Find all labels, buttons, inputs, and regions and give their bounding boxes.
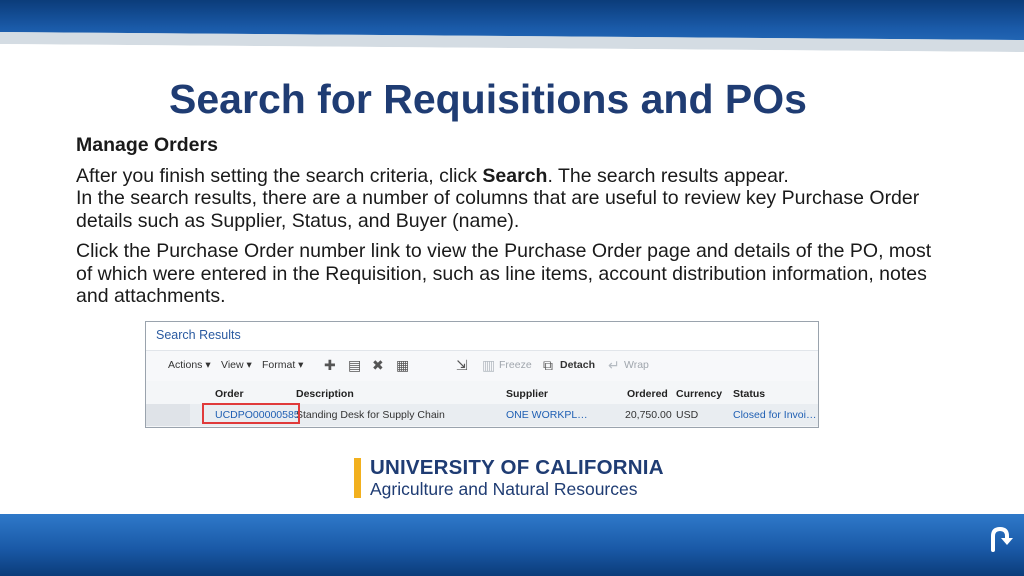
row-selector[interactable]: [146, 404, 190, 426]
edit-icon[interactable]: ▤: [348, 357, 361, 374]
search-results-header: Search Results: [146, 322, 818, 351]
column-currency[interactable]: Currency: [676, 388, 722, 400]
column-description[interactable]: Description: [296, 388, 354, 400]
bottom-banner: [0, 514, 1024, 576]
slide-body: Manage Orders After you finish setting t…: [76, 134, 946, 308]
slide-title: Search for Requisitions and POs: [169, 76, 807, 122]
actions-menu[interactable]: Actions ▾: [168, 359, 211, 371]
logo-line-2: Agriculture and Natural Resources: [370, 479, 638, 499]
format-menu[interactable]: Format ▾: [262, 359, 303, 371]
uc-anr-logo: UNIVERSITY OF CALIFORNIA Agriculture and…: [354, 456, 684, 502]
logo-line-1: UNIVERSITY OF CALIFORNIA: [370, 456, 664, 479]
column-order[interactable]: Order: [215, 388, 244, 400]
top-swoosh: [0, 32, 1024, 70]
detach-icon[interactable]: ⧉: [543, 357, 553, 374]
logo-gold-bar: [354, 458, 361, 498]
wrap-icon: ↵: [608, 357, 620, 373]
freeze-button: Freeze: [499, 359, 532, 371]
cell-ordered: 20,750.00: [625, 409, 672, 421]
wrap-button: Wrap: [624, 359, 649, 371]
section-heading: Manage Orders: [76, 134, 218, 156]
supplier-link[interactable]: ONE WORKPL…: [506, 409, 588, 421]
detach-button[interactable]: Detach: [560, 359, 595, 371]
order-highlight-box: [202, 403, 300, 424]
para1-line2: In the search results, there are a numbe…: [76, 187, 920, 232]
paragraph-2: Click the Purchase Order number link to …: [76, 240, 932, 307]
para1-line1-after: . The search results appear.: [547, 164, 789, 187]
results-toolbar: Actions ▾ View ▾ Format ▾ ✚ ▤ ✖ ▦ ⇲ ▥ Fr…: [146, 351, 818, 381]
column-status[interactable]: Status: [733, 388, 765, 400]
cell-currency: USD: [676, 409, 699, 421]
column-ordered[interactable]: Ordered: [627, 388, 668, 400]
para1-line1-before: After you finish setting the search crit…: [76, 164, 483, 187]
delete-icon[interactable]: ✖: [372, 357, 384, 374]
cell-description: Standing Desk for Supply Chain: [296, 409, 445, 421]
search-results-title: Search Results: [156, 328, 241, 342]
view-menu[interactable]: View ▾: [221, 359, 252, 371]
add-icon[interactable]: ✚: [324, 357, 336, 374]
paragraph-1: After you finish setting the search crit…: [76, 165, 946, 233]
export-icon[interactable]: ⇲: [456, 357, 468, 374]
column-supplier[interactable]: Supplier: [506, 388, 548, 400]
grid-icon[interactable]: ▦: [396, 357, 409, 374]
results-column-headers: Order Description Supplier Ordered Curre…: [146, 382, 818, 405]
return-arrow-icon[interactable]: [985, 524, 1015, 554]
status-link[interactable]: Closed for Invoi…: [733, 409, 816, 421]
search-results-screenshot: Search Results Actions ▾ View ▾ Format ▾…: [145, 321, 819, 428]
para1-search-bold: Search: [482, 164, 548, 187]
freeze-icon: ▥: [482, 357, 496, 373]
